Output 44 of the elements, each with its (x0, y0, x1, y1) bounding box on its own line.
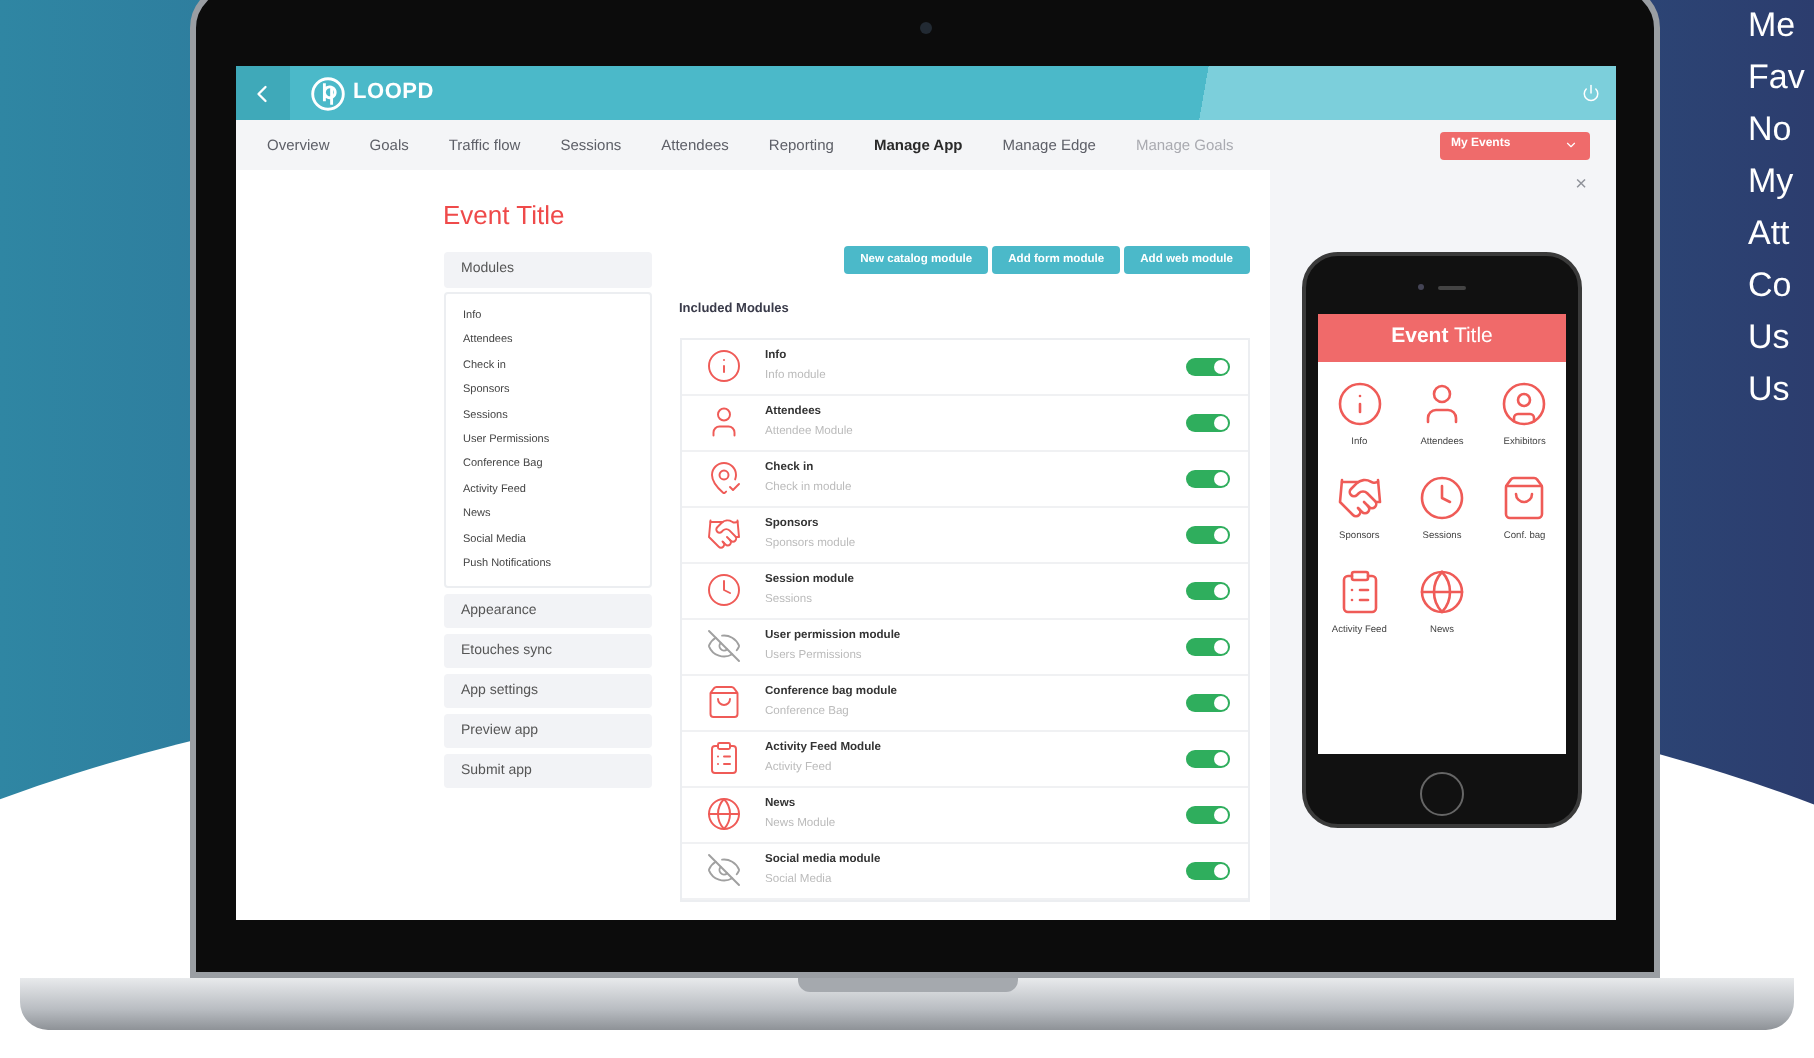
toggle-switch[interactable] (1185, 637, 1229, 656)
clock-icon (705, 572, 741, 609)
toggle-switch[interactable] (1185, 805, 1229, 824)
toggle-switch[interactable] (1185, 413, 1229, 432)
info-icon (705, 348, 741, 385)
toggle-switch[interactable] (1185, 525, 1229, 544)
handshake-icon (1335, 474, 1384, 523)
power-button[interactable] (1581, 84, 1599, 102)
toggle-switch[interactable] (1185, 861, 1229, 880)
back-button[interactable] (235, 66, 289, 120)
menu-word: Fav (1748, 56, 1805, 100)
phone-title: Event Title (1391, 322, 1493, 353)
eye-off-icon (705, 628, 741, 665)
info-icon (1335, 380, 1384, 428)
camera-icon (1418, 284, 1424, 290)
bag-icon (705, 684, 741, 721)
caret-icon (1563, 138, 1577, 152)
menu-word: No (1748, 108, 1794, 152)
menu-word: Att (1748, 212, 1792, 256)
pin-check-icon (705, 460, 741, 497)
handshake-icon (705, 516, 741, 553)
toggle-switch[interactable] (1185, 749, 1229, 768)
home-button[interactable] (1420, 772, 1464, 816)
brand-name: LOOPD (353, 78, 434, 109)
menu-word: Us (1748, 316, 1792, 360)
menu-word: Co (1748, 264, 1794, 308)
menu-word: Me (1748, 4, 1798, 48)
clock-icon (1417, 474, 1466, 523)
eye-off-icon (705, 852, 741, 889)
toggle-switch[interactable] (1185, 693, 1229, 712)
menu-word: Us (1748, 368, 1792, 412)
camera-icon (919, 22, 931, 34)
toggle-switch[interactable] (1185, 581, 1229, 600)
logo-icon (309, 75, 345, 111)
person-circle-icon (1500, 380, 1549, 428)
event-title: Event Title (443, 198, 567, 234)
globe-icon (705, 796, 741, 833)
toggle-switch[interactable] (1185, 469, 1229, 488)
menu-word: My (1748, 160, 1796, 204)
bag-icon (1500, 474, 1549, 523)
globe-icon (1417, 568, 1466, 617)
toggle-switch[interactable] (1185, 357, 1229, 376)
list-icon (705, 740, 741, 777)
power-icon (1581, 84, 1599, 102)
